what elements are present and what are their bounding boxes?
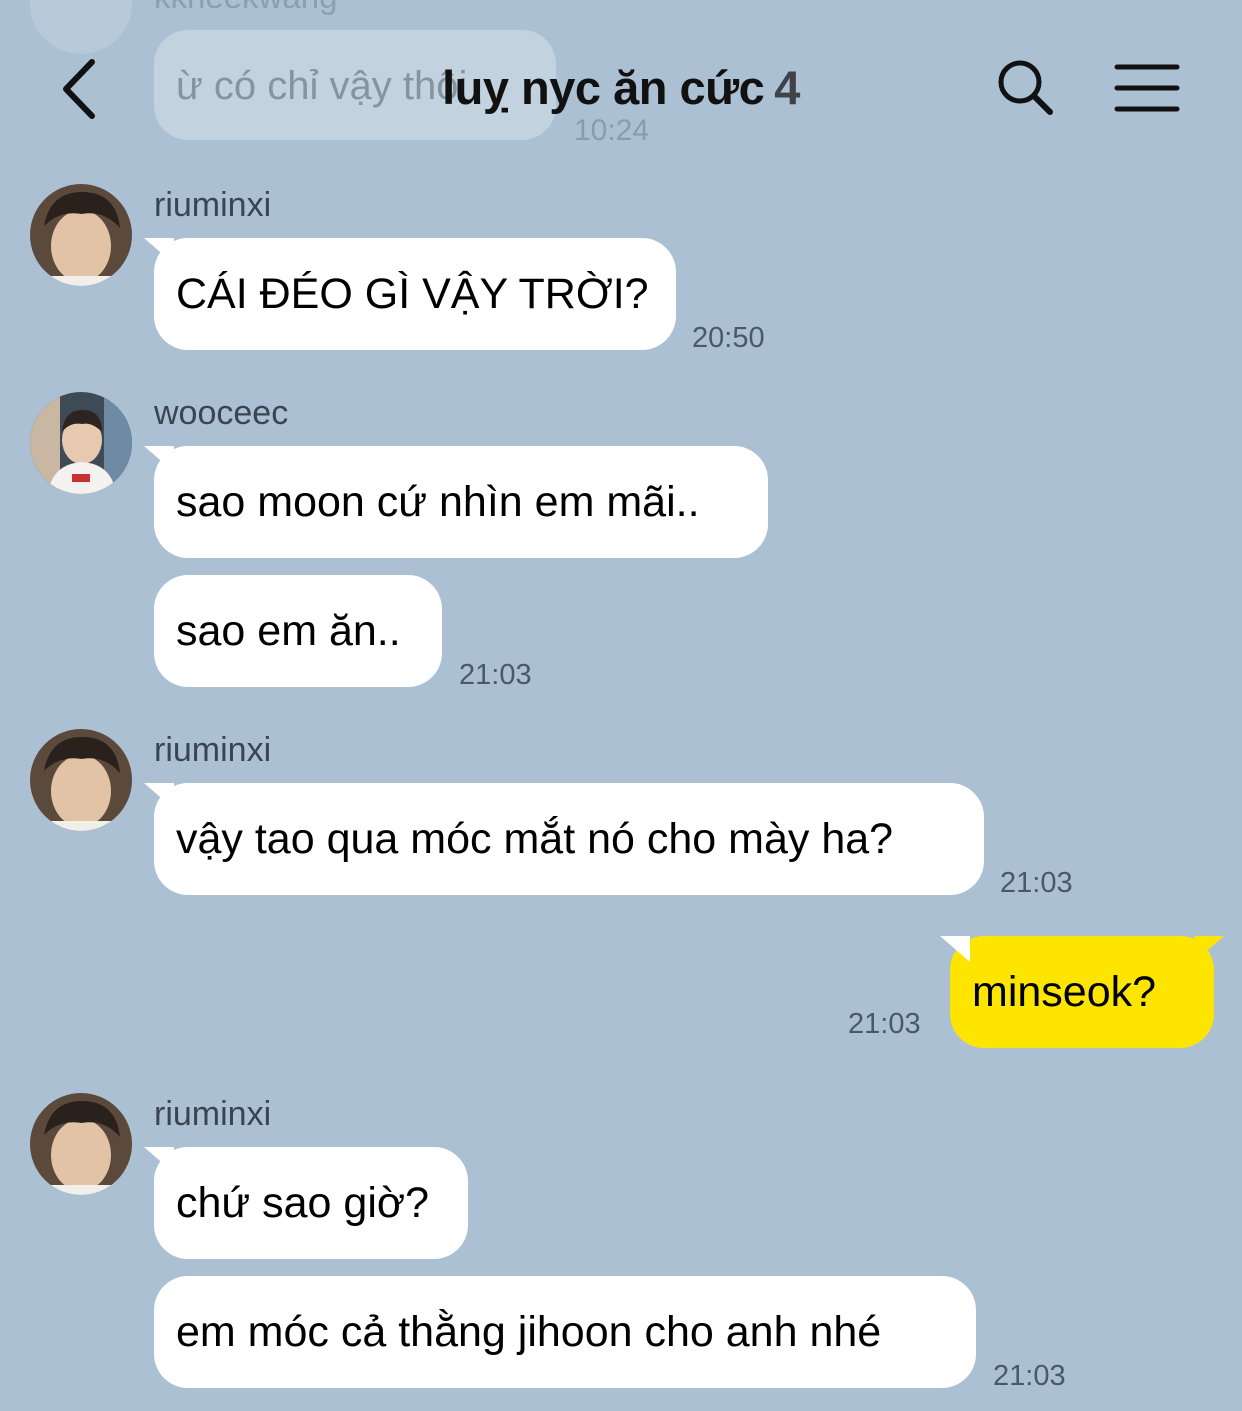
message-time: 21:03 — [993, 1360, 1066, 1392]
sender-name: wooceec — [154, 394, 289, 432]
member-count: 4 — [774, 61, 800, 114]
chat-header: luỵ nyc ăn cức 4 — [0, 40, 1242, 140]
chat-screen: kkheekwang ừ có chỉ vậy thôi 10:24 luỵ n… — [0, 0, 1242, 1411]
profile-photo — [30, 729, 132, 831]
profile-photo — [30, 1093, 132, 1195]
message-bubble[interactable]: sao moon cứ nhìn em mãi.. — [154, 446, 768, 558]
message-bubble[interactable]: sao em ăn.. — [154, 575, 442, 687]
avatar-wooceec[interactable] — [30, 392, 132, 494]
message-bubble[interactable]: CÁI ĐÉO GÌ VẬY TRỜI? — [154, 238, 676, 350]
message-time: 21:03 — [848, 1008, 921, 1040]
sender-name: riuminxi — [154, 186, 272, 224]
message-bubble[interactable]: vậy tao qua móc mắt nó cho mày ha? — [154, 783, 984, 895]
avatar-riuminxi[interactable] — [30, 729, 132, 831]
sender-name: riuminxi — [154, 731, 272, 769]
message-time: 21:03 — [1000, 867, 1073, 899]
profile-photo — [30, 392, 132, 494]
message-time: 21:03 — [459, 659, 532, 691]
search-icon — [998, 60, 1053, 115]
chat-room-name: luỵ nyc ăn cức — [442, 61, 765, 114]
sender-name: riuminxi — [154, 1095, 272, 1133]
profile-photo — [30, 184, 132, 286]
message-time: 20:50 — [692, 322, 765, 354]
menu-button[interactable] — [1114, 62, 1180, 114]
search-button[interactable] — [996, 58, 1056, 118]
avatar-riuminxi[interactable] — [30, 184, 132, 286]
sender-name: kkheekwang — [154, 0, 337, 16]
hamburger-menu-icon — [1114, 64, 1180, 112]
message-bubble[interactable]: em móc cả thằng jihoon cho anh nhé — [154, 1276, 976, 1388]
my-message-bubble[interactable]: minseok? — [950, 936, 1214, 1048]
message-bubble[interactable]: chứ sao giờ? — [154, 1147, 468, 1259]
avatar-riuminxi[interactable] — [30, 1093, 132, 1195]
